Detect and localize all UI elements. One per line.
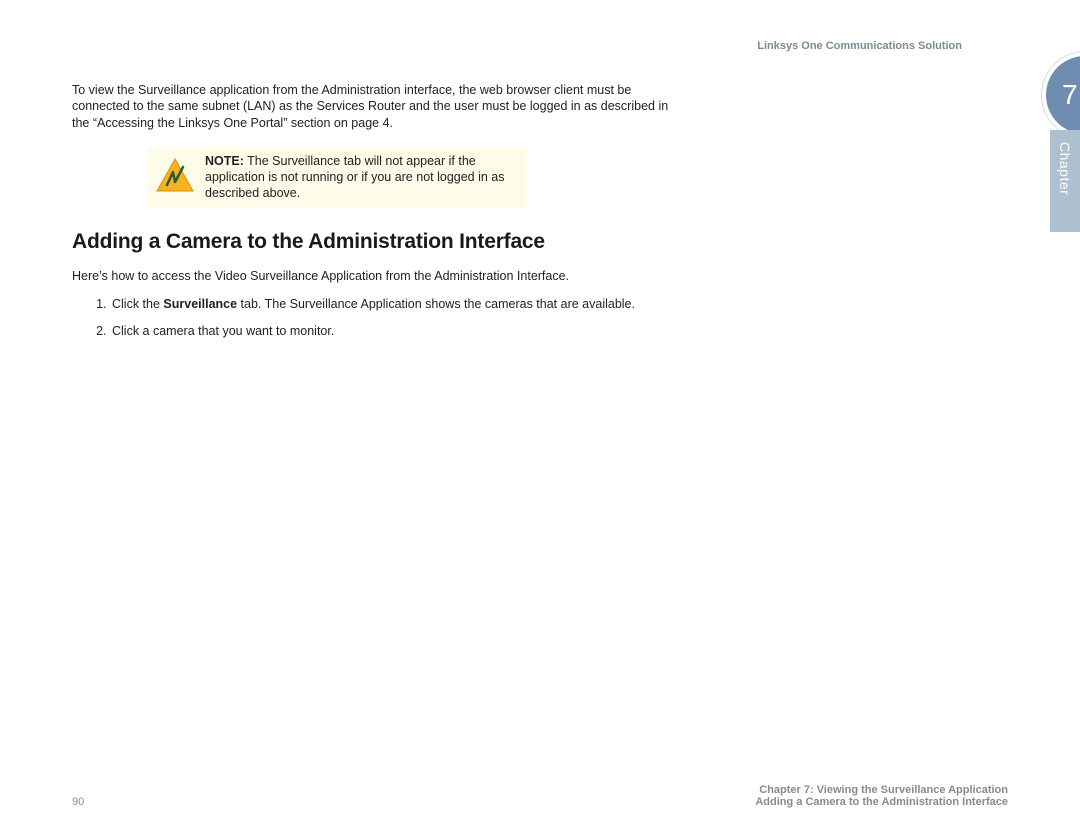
header-brandline: Linksys One Communications Solution [757,40,962,52]
step-item-1: Click the Surveillance tab. The Surveill… [110,296,682,312]
intro-paragraph: To view the Surveillance application fro… [72,82,682,131]
main-content: To view the Surveillance application fro… [72,82,682,339]
step-list: Click the Surveillance tab. The Surveill… [72,296,682,339]
note-block: NOTE: The Surveillance tab will not appe… [147,147,527,208]
footer-chapter-title: Chapter 7: Viewing the Surveillance Appl… [755,784,1008,796]
step1-bold: Surveillance [163,297,237,311]
chapter-number: 7 [1062,79,1078,111]
footer-section-title: Adding a Camera to the Administration In… [755,796,1008,808]
access-intro: Here’s how to access the Video Surveilla… [72,268,682,285]
chapter-tab-bar: Chapter [1050,130,1080,232]
chapter-number-badge: 7 [1042,52,1080,138]
footer-right: Chapter 7: Viewing the Surveillance Appl… [755,784,1008,808]
footer-page-number: 90 [72,796,84,808]
step1-suffix: tab. The Surveillance Application shows … [237,297,635,311]
chapter-label: Chapter [1057,142,1073,195]
note-label: NOTE: [205,154,244,168]
note-text: NOTE: The Surveillance tab will not appe… [205,153,517,202]
step1-prefix: Click the [112,297,163,311]
step-item-2: Click a camera that you want to monitor. [110,323,682,339]
note-body: The Surveillance tab will not appear if … [205,154,505,201]
page-footer: 90 Chapter 7: Viewing the Surveillance A… [72,784,1008,808]
warning-icon [153,153,197,193]
section-heading: Adding a Camera to the Administration In… [72,230,682,254]
document-page: Linksys One Communications Solution 7 Ch… [0,0,1080,834]
